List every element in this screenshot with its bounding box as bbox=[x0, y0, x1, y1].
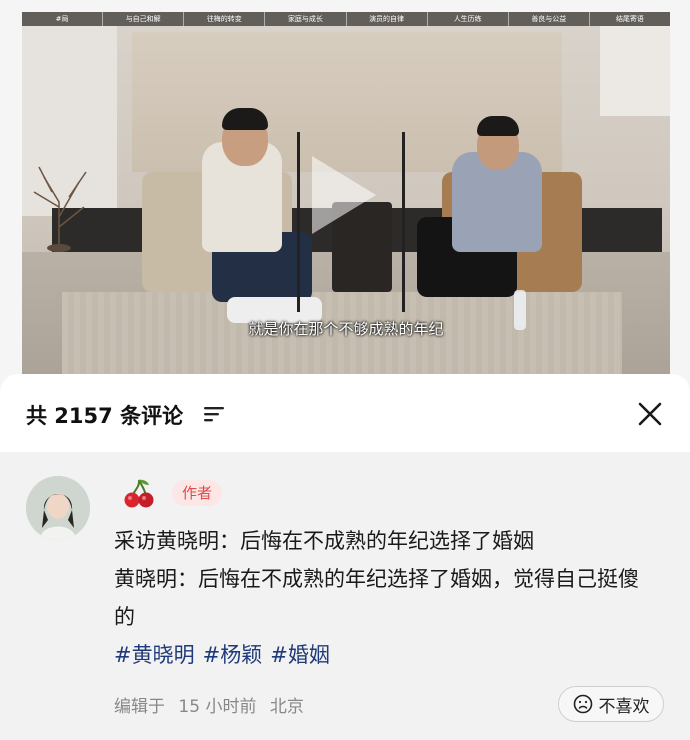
play-icon[interactable] bbox=[304, 150, 382, 240]
author-badge: 作者 bbox=[172, 480, 223, 506]
comment-line: 黄晓明：后悔在不成熟的年纪选择了婚姻，觉得自己挺傻的 bbox=[114, 567, 639, 629]
hashtag-link[interactable]: #黄晓明 bbox=[114, 643, 195, 667]
sort-icon[interactable] bbox=[204, 405, 224, 423]
sad-face-icon bbox=[573, 694, 592, 714]
comments-header: 共 2157 条评论 bbox=[0, 374, 690, 452]
comment-location: 北京 bbox=[269, 697, 304, 717]
hashtag-link[interactable]: #婚姻 bbox=[270, 643, 330, 667]
background-window-right bbox=[600, 26, 670, 116]
avatar[interactable] bbox=[26, 476, 90, 540]
guest-hair bbox=[477, 116, 519, 136]
chapter-item[interactable]: 家庭与成长 bbox=[265, 12, 347, 26]
video-area: #局 与自己和解 往梅的转变 家庭与成长 演员的自律 人生历练 善良与公益 结尾… bbox=[0, 0, 690, 400]
comment-meta: 作者 bbox=[122, 476, 223, 510]
edited-label: 编辑于 bbox=[114, 697, 165, 717]
chapter-item[interactable]: 善良与公益 bbox=[509, 12, 590, 26]
video-subtitle: 就是你在那个不够成熟的年纪 bbox=[248, 320, 444, 338]
comment-footer: 编辑于 15 小时前 北京 bbox=[114, 692, 312, 717]
video-player[interactable]: #局 与自己和解 往梅的转变 家庭与成长 演员的自律 人生历练 善良与公益 结尾… bbox=[22, 12, 670, 374]
hashtag-link[interactable]: #杨颖 bbox=[203, 643, 263, 667]
comment-line: 采访黄晓明：后悔在不成熟的年纪选择了婚姻 bbox=[114, 529, 534, 553]
plant-decoration bbox=[33, 166, 87, 252]
comment-count-title: 共 2157 条评论 bbox=[26, 404, 184, 428]
hashtag-list: #黄晓明 #杨颖 #婚姻 bbox=[114, 636, 654, 674]
chapter-item[interactable]: 结尾寄语 bbox=[590, 12, 670, 26]
dislike-button[interactable]: 不喜欢 bbox=[558, 686, 664, 722]
close-icon[interactable] bbox=[636, 400, 664, 428]
comments-sheet: 共 2157 条评论 作者 采访黄晓明：后悔在不成熟的年纪选择了婚姻 黄晓明：后… bbox=[0, 374, 690, 740]
chapter-item[interactable]: 人生历练 bbox=[428, 12, 509, 26]
chapter-item[interactable]: 往梅的转变 bbox=[184, 12, 266, 26]
microphone-stand-left bbox=[297, 132, 300, 312]
dislike-label: 不喜欢 bbox=[598, 696, 650, 717]
chapter-bar[interactable]: #局 与自己和解 往梅的转变 家庭与成长 演员的自律 人生历练 善良与公益 结尾… bbox=[22, 12, 670, 26]
microphone-stand-right bbox=[402, 132, 405, 312]
comment-body[interactable]: 采访黄晓明：后悔在不成熟的年纪选择了婚姻 黄晓明：后悔在不成熟的年纪选择了婚姻，… bbox=[114, 522, 654, 674]
cherry-icon[interactable] bbox=[122, 476, 156, 510]
comment-time: 15 小时前 bbox=[178, 697, 257, 717]
chapter-item[interactable]: 与自己和解 bbox=[103, 12, 185, 26]
chapter-item[interactable]: #局 bbox=[22, 12, 104, 26]
host-hair bbox=[222, 108, 268, 130]
comment-item[interactable]: 作者 采访黄晓明：后悔在不成熟的年纪选择了婚姻 黄晓明：后悔在不成熟的年纪选择了… bbox=[0, 452, 690, 740]
chapter-item[interactable]: 演员的自律 bbox=[347, 12, 428, 26]
